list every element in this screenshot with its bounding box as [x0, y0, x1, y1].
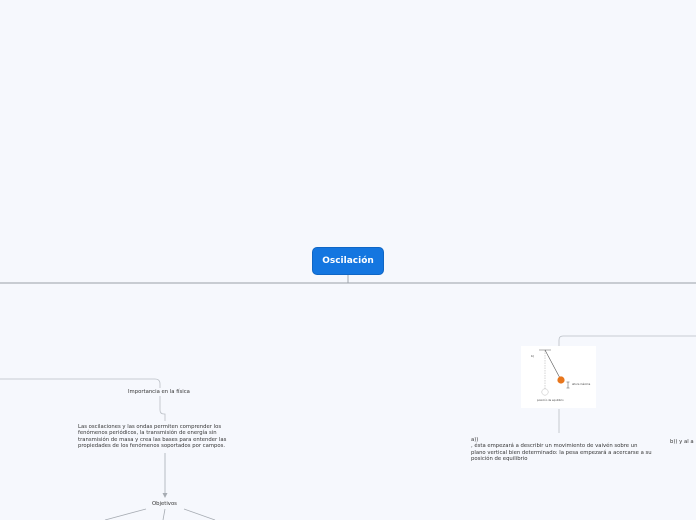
node-importance-text[interactable]: Las oscilaciones y las ondas permiten co…: [78, 424, 238, 450]
objetivos-branch-middle: [162, 508, 166, 520]
node-b-text[interactable]: b)) y al a: [670, 439, 694, 445]
node-a-text[interactable]: a)) , ésta empezará a describir un movim…: [471, 437, 653, 463]
pendulum-string: [544, 349, 562, 381]
right-branch-line: [558, 335, 696, 346]
node-objetivos[interactable]: Objetivos: [152, 501, 177, 507]
node-importance[interactable]: Importancia en la física: [128, 389, 190, 395]
root-node-oscilacion[interactable]: Oscilación: [313, 248, 383, 274]
left-branch-line: [0, 378, 161, 388]
importance-to-text-line: [159, 396, 166, 421]
arrowhead: [162, 493, 168, 498]
pendulum-image[interactable]: b) altura máxima posición de equilibrio: [521, 346, 596, 408]
objetivos-branch-left: [104, 508, 147, 520]
pendulum-rest-bob: [541, 388, 549, 396]
pendulum-label-top: b): [531, 354, 534, 358]
pendulum-bob: [557, 376, 565, 384]
objetivos-branch-right: [183, 508, 216, 520]
pendulum-label-bottom: posición de equilibrio: [537, 398, 564, 402]
pendulum-drawing: b) altura máxima posición de equilibrio: [531, 349, 591, 402]
pendulum-label-right: altura máxima: [572, 382, 591, 386]
